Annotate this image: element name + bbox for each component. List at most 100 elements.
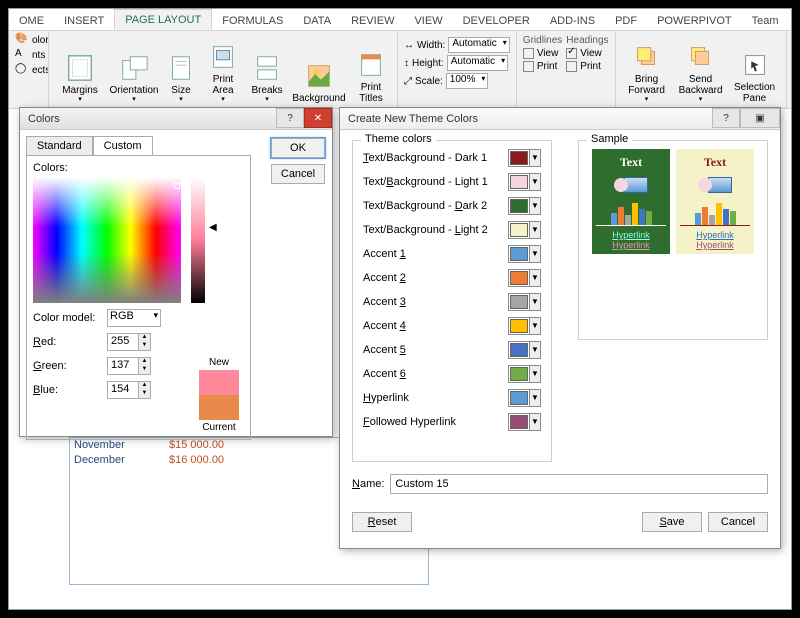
size-icon xyxy=(166,53,196,83)
cell-value[interactable]: $16 000.00 xyxy=(169,454,224,466)
color-model-select[interactable]: RGB xyxy=(107,309,161,327)
width-icon: ↔ xyxy=(404,40,414,51)
width-combo[interactable]: Automatic xyxy=(448,37,509,53)
theme-color-dropdown[interactable]: ▼ xyxy=(508,269,541,287)
sample-dark: Text Hyperlink Hyperlink xyxy=(592,149,670,254)
ribbon-tabs: OMEINSERTPAGE LAYOUTFORMULASDATAREVIEWVI… xyxy=(9,9,791,31)
theme-color-label: Text/Background - Dark 1 xyxy=(363,152,508,164)
ribbon-tab-formulas[interactable]: FORMULAS xyxy=(212,11,293,30)
ribbon: 🎨olors▾ Ants▾ ◯ects▾ Margins▾ Orientatio… xyxy=(9,31,791,109)
theme-color-dropdown[interactable]: ▼ xyxy=(508,173,541,191)
ribbon-tab-pdf[interactable]: PDF xyxy=(605,11,647,30)
theme-color-row: Accent 6▼ xyxy=(363,365,541,383)
print-titles-button[interactable]: Print Titles xyxy=(351,33,391,106)
ribbon-tab-data[interactable]: DATA xyxy=(293,11,341,30)
print-area-button[interactable]: Print Area▾ xyxy=(203,33,243,106)
tab-standard[interactable]: Standard xyxy=(26,136,93,155)
theme-color-dropdown[interactable]: ▼ xyxy=(508,221,541,239)
height-combo[interactable]: Automatic xyxy=(447,55,508,71)
theme-color-row: Text/Background - Light 1▼ xyxy=(363,173,541,191)
ok-button[interactable]: OK xyxy=(271,138,325,158)
theme-color-dropdown[interactable]: ▼ xyxy=(508,389,541,407)
theme-color-label: Accent 5 xyxy=(363,344,508,356)
theme-color-label: Accent 3 xyxy=(363,296,508,308)
cell-label[interactable]: December xyxy=(74,454,125,466)
ribbon-tab-ome[interactable]: OME xyxy=(9,11,54,30)
send-backward-button[interactable]: Send Backward▾ xyxy=(676,33,726,106)
ribbon-tab-add-ins[interactable]: ADD-INS xyxy=(540,11,605,30)
theme-color-dropdown[interactable]: ▼ xyxy=(508,293,541,311)
bring-forward-button[interactable]: Bring Forward▾ xyxy=(622,33,672,106)
size-button[interactable]: Size▾ xyxy=(163,33,199,106)
themes-effects[interactable]: ◯ects▾ xyxy=(15,63,49,77)
ribbon-tab-view[interactable]: VIEW xyxy=(404,11,452,30)
headings-view-check[interactable] xyxy=(566,48,577,59)
breaks-button[interactable]: Breaks▾ xyxy=(247,33,287,106)
theme-color-row: Text/Background - Dark 1▼ xyxy=(363,149,541,167)
close-button[interactable]: ▣ xyxy=(740,108,780,128)
fonts-icon: A xyxy=(15,48,29,62)
theme-color-label: Text/Background - Light 2 xyxy=(363,224,508,236)
theme-color-label: Accent 2 xyxy=(363,272,508,284)
ribbon-scale-group: ↔Width: Automatic ↕Height: Automatic ⤢Sc… xyxy=(398,31,517,108)
theme-color-label: Accent 1 xyxy=(363,248,508,260)
help-button[interactable]: ? xyxy=(712,108,740,128)
cancel-button[interactable]: Cancel xyxy=(271,164,325,184)
luminance-strip[interactable] xyxy=(191,177,205,303)
cancel-button[interactable]: Cancel xyxy=(708,512,768,532)
theme-name-input[interactable] xyxy=(390,474,768,494)
ribbon-tab-team[interactable]: Team xyxy=(742,11,789,30)
ribbon-tab-insert[interactable]: INSERT xyxy=(54,11,114,30)
ribbon-tab-review[interactable]: REVIEW xyxy=(341,11,404,30)
blue-label: Blue: xyxy=(33,384,103,396)
scale-combo[interactable]: 100% xyxy=(446,73,489,89)
reset-button[interactable]: Reset xyxy=(352,512,412,532)
gridlines-print-check[interactable] xyxy=(523,61,534,72)
themes-fonts[interactable]: Ants▾ xyxy=(15,48,49,62)
spectrum-cursor[interactable] xyxy=(174,183,180,189)
close-button[interactable]: ✕ xyxy=(304,108,332,128)
theme-color-label: Text/Background - Light 1 xyxy=(363,176,508,188)
red-spinner[interactable]: 255▲▼ xyxy=(107,333,151,351)
theme-color-dropdown[interactable]: ▼ xyxy=(508,341,541,359)
color-spectrum[interactable] xyxy=(33,177,181,303)
margins-button[interactable]: Margins▾ xyxy=(55,33,105,106)
current-label: Current xyxy=(194,422,244,433)
tab-custom[interactable]: Custom xyxy=(93,136,153,155)
green-label: Green: xyxy=(33,360,103,372)
sample-light: Text Hyperlink Hyperlink xyxy=(676,149,754,254)
margins-icon xyxy=(65,53,95,83)
orientation-icon xyxy=(119,53,149,83)
colors-dialog-title[interactable]: Colors ? ✕ xyxy=(20,108,332,130)
orientation-button[interactable]: Orientation▾ xyxy=(109,33,159,106)
theme-color-dropdown[interactable]: ▼ xyxy=(508,317,541,335)
theme-color-row: Accent 2▼ xyxy=(363,269,541,287)
ribbon-page-setup-group: Margins▾ Orientation▾ Size▾ Print Area▾ … xyxy=(49,31,398,108)
red-label: Red: xyxy=(33,336,103,348)
headings-print-check[interactable] xyxy=(566,61,577,72)
selection-pane-button[interactable]: Selection Pane xyxy=(730,33,780,106)
green-spinner[interactable]: 137▲▼ xyxy=(107,357,151,375)
theme-color-label: Accent 4 xyxy=(363,320,508,332)
blue-spinner[interactable]: 154▲▼ xyxy=(107,381,151,399)
theme-dialog-title[interactable]: Create New Theme Colors ? ▣ xyxy=(340,108,780,130)
theme-color-label: Accent 6 xyxy=(363,368,508,380)
ribbon-sheet-options-group: Gridlines View Print Headings View Print xyxy=(517,31,616,108)
theme-color-dropdown[interactable]: ▼ xyxy=(508,197,541,215)
theme-colors-dialog: Create New Theme Colors ? ▣ Theme colors… xyxy=(339,107,781,549)
theme-color-dropdown[interactable]: ▼ xyxy=(508,365,541,383)
ribbon-tab-powerpivot[interactable]: POWERPIVOT xyxy=(647,11,742,30)
color-preview xyxy=(199,370,239,420)
theme-color-dropdown[interactable]: ▼ xyxy=(508,149,541,167)
luminance-arrow-icon[interactable]: ◀ xyxy=(209,222,217,233)
ribbon-tab-page-layout[interactable]: PAGE LAYOUT xyxy=(114,9,212,30)
ribbon-tab-developer[interactable]: DEVELOPER xyxy=(453,11,540,30)
help-button[interactable]: ? xyxy=(276,108,304,128)
theme-color-dropdown[interactable]: ▼ xyxy=(508,245,541,263)
ribbon-arrange-group: Bring Forward▾ Send Backward▾ Selection … xyxy=(616,31,787,108)
themes-colors[interactable]: 🎨olors▾ xyxy=(15,33,49,47)
save-button[interactable]: Save xyxy=(642,512,702,532)
gridlines-view-check[interactable] xyxy=(523,48,534,59)
theme-color-dropdown[interactable]: ▼ xyxy=(508,413,541,431)
background-button[interactable]: Background xyxy=(291,33,347,106)
